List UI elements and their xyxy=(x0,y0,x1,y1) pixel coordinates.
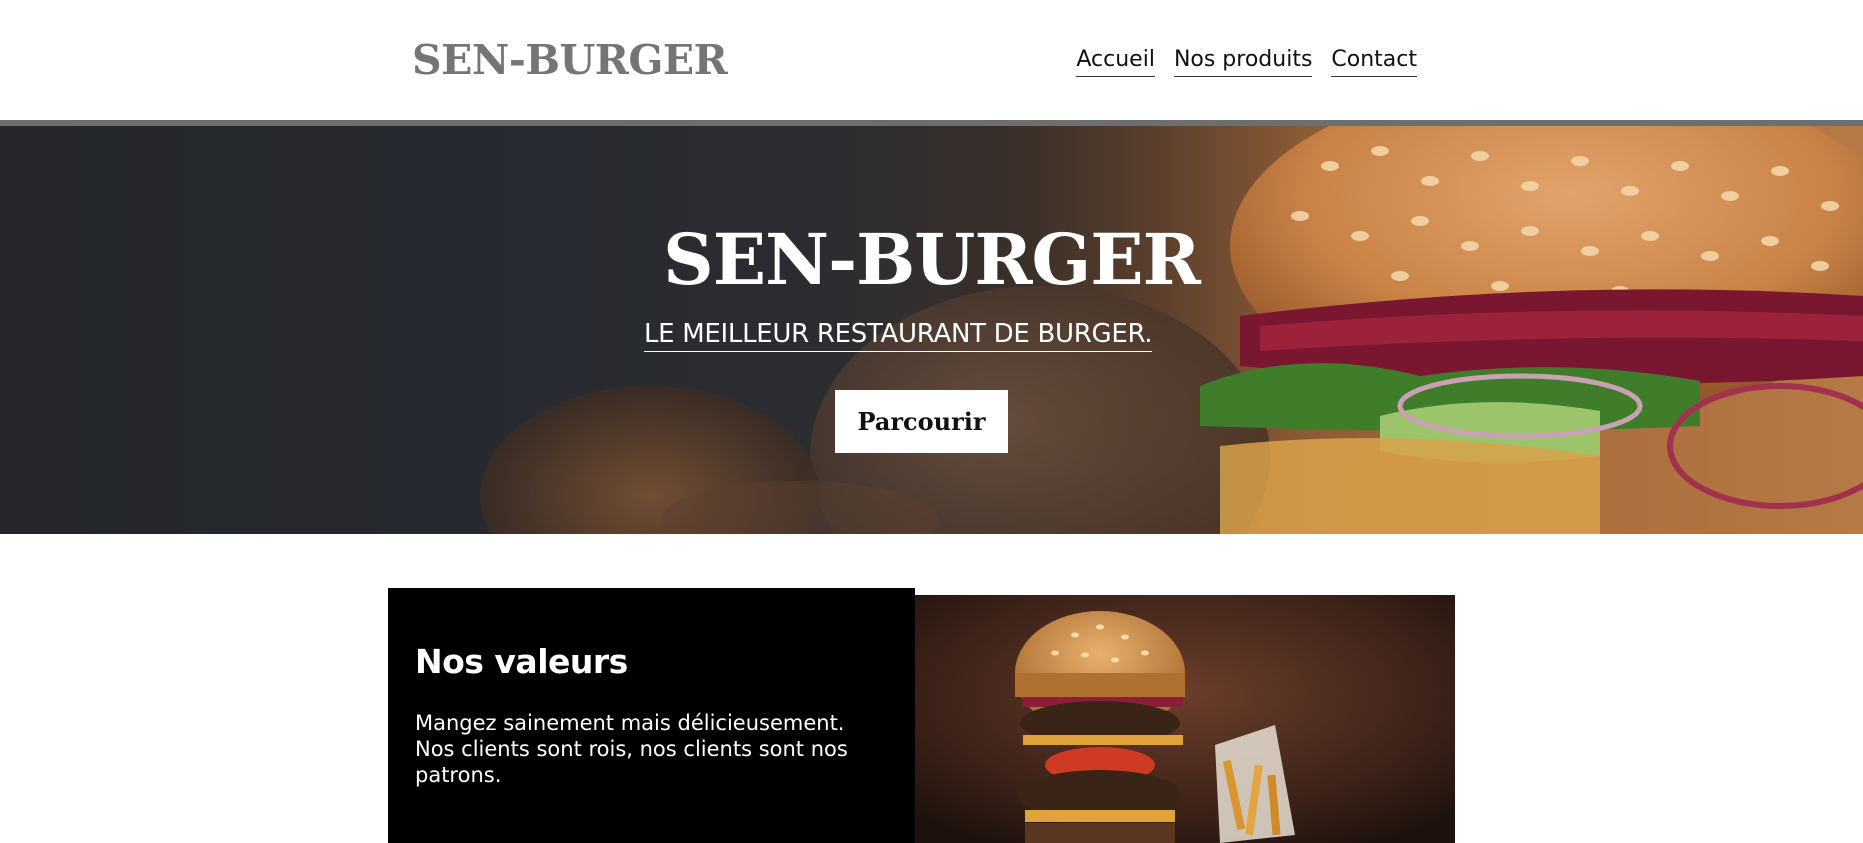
values-text: Mangez sainement mais délicieusement. No… xyxy=(415,711,848,787)
hero-title: SEN-BURGER xyxy=(663,218,1201,301)
browse-button[interactable]: Parcourir xyxy=(835,390,1008,453)
main-nav: Accueil Nos produits Contact xyxy=(1076,47,1417,77)
site-logo[interactable]: SEN-BURGER xyxy=(412,36,728,84)
values-title: Nos valeurs xyxy=(415,642,628,681)
values-card: Nos valeurs Mangez sainement mais délici… xyxy=(388,588,915,843)
burger-fries-image xyxy=(915,595,1455,843)
nav-link-contact[interactable]: Contact xyxy=(1331,47,1417,77)
hero-banner: SEN-BURGER LE MEILLEUR RESTAURANT DE BUR… xyxy=(0,126,1863,534)
nav-link-accueil[interactable]: Accueil xyxy=(1076,47,1155,77)
site-header: SEN-BURGER Accueil Nos produits Contact xyxy=(0,0,1863,120)
nav-link-nos-produits[interactable]: Nos produits xyxy=(1173,47,1313,77)
hero-subtitle[interactable]: LE MEILLEUR RESTAURANT DE BURGER. xyxy=(644,319,1153,352)
burger-fries-illustration xyxy=(915,595,1455,843)
